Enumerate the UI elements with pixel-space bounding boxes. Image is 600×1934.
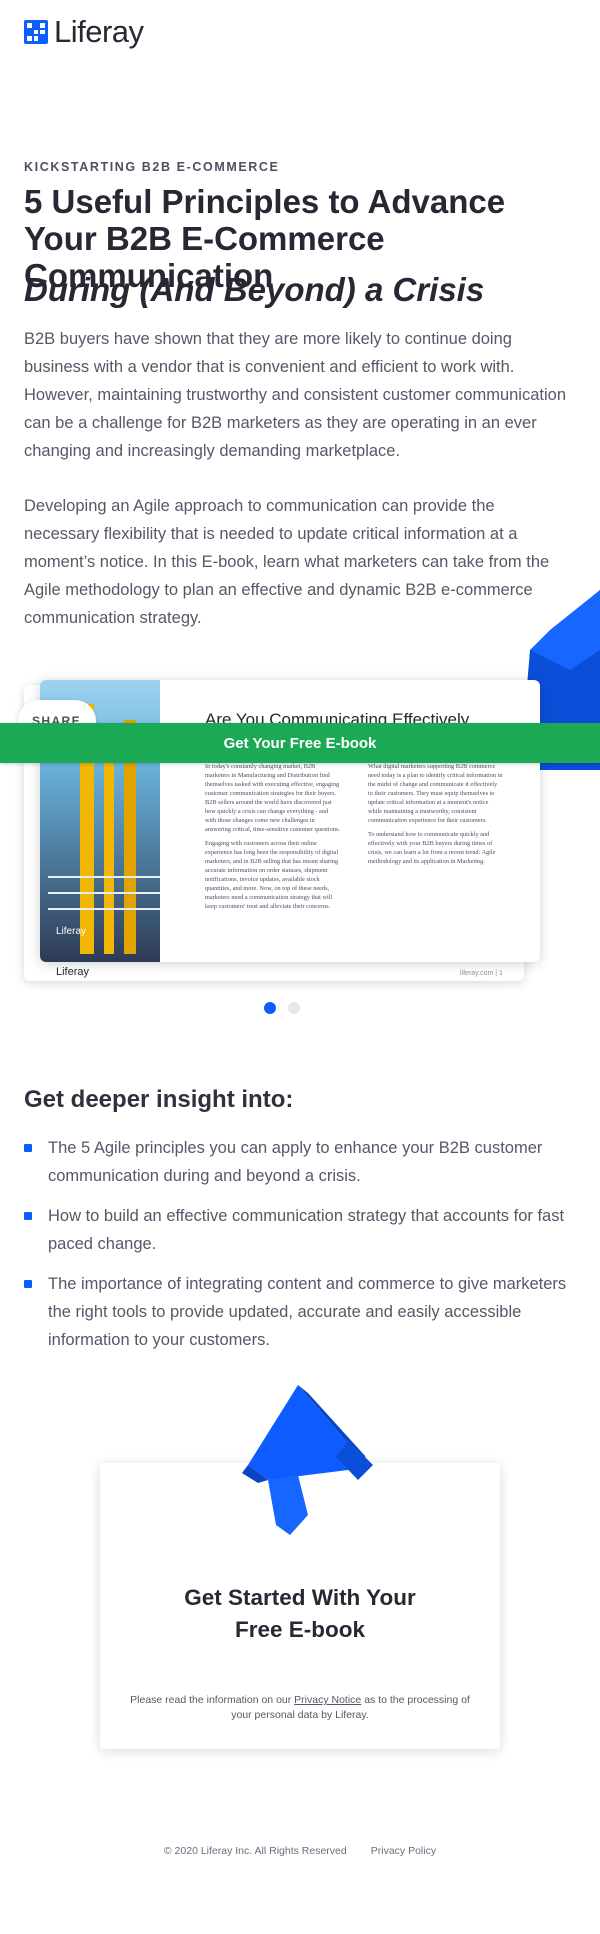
list-item: The importance of integrating content an…	[24, 1270, 576, 1354]
ebook-preview-column-1: In today's constantly changing market, B…	[205, 762, 340, 916]
bullet-icon	[24, 1280, 32, 1288]
privacy-notice-text: Please read the information on our Priva…	[128, 1693, 472, 1723]
list-item-text: The importance of integrating content an…	[48, 1275, 567, 1349]
privacy-policy-link[interactable]: Privacy Policy	[371, 1845, 436, 1857]
list-item: How to build an effective communication …	[24, 1202, 576, 1258]
image-brand-text: Liferay	[56, 926, 87, 937]
get-started-title-line2: Free E-book	[234, 1617, 366, 1642]
page-subtitle: During (And Beyond) a Crisis	[24, 271, 485, 308]
carousel-dot-2[interactable]	[288, 1002, 300, 1014]
notice-text: Please read the information on our	[130, 1694, 295, 1706]
card-footer-page: liferay.com | 1	[460, 970, 503, 977]
card-footer-logo: Liferay	[56, 966, 90, 978]
intro-paragraph-2: Developing an Agile approach to communic…	[24, 497, 550, 627]
ebook-preview-text: What digital marketers supporting B2B co…	[368, 763, 503, 824]
get-started-title: Get Started With Your Free E-book	[100, 1582, 500, 1646]
ebook-preview-text: In today's constantly changing market, B…	[205, 763, 340, 833]
get-ebook-button[interactable]: Get Your Free E-book	[0, 723, 600, 763]
intro-paragraph: B2B buyers have shown that they are more…	[24, 330, 566, 460]
copyright-text: © 2020 Liferay Inc. All Rights Reserved	[163, 1845, 347, 1857]
list-item-text: How to build an effective communication …	[48, 1207, 565, 1253]
ebook-preview-text: To understand how to communicate quickly…	[368, 831, 496, 865]
privacy-notice-link[interactable]: Privacy Notice	[294, 1694, 361, 1706]
logo-text: Liferay	[54, 14, 144, 49]
bullet-icon	[24, 1144, 32, 1152]
liferay-logo-icon	[24, 20, 48, 44]
eyebrow-label: KICKSTARTING B2B E-COMMERCE	[24, 160, 280, 174]
ebook-preview-text: Engaging with customers across their onl…	[205, 840, 339, 910]
liferay-logo[interactable]: Liferay	[24, 14, 144, 50]
list-item-text: The 5 Agile principles you can apply to …	[48, 1139, 543, 1185]
get-started-title-line1: Get Started With Your	[184, 1585, 416, 1610]
list-item: The 5 Agile principles you can apply to …	[24, 1134, 576, 1190]
insight-heading: Get deeper insight into:	[24, 1086, 294, 1113]
bullet-icon	[24, 1212, 32, 1220]
carousel-dot-1[interactable]	[264, 1002, 276, 1014]
ebook-preview-column-2: What digital marketers supporting B2B co…	[368, 762, 503, 871]
carousel-dots	[264, 1002, 300, 1014]
footer: © 2020 Liferay Inc. All Rights Reserved …	[0, 1845, 600, 1857]
insight-list: The 5 Agile principles you can apply to …	[24, 1134, 576, 1366]
megaphone-icon	[242, 1385, 373, 1535]
